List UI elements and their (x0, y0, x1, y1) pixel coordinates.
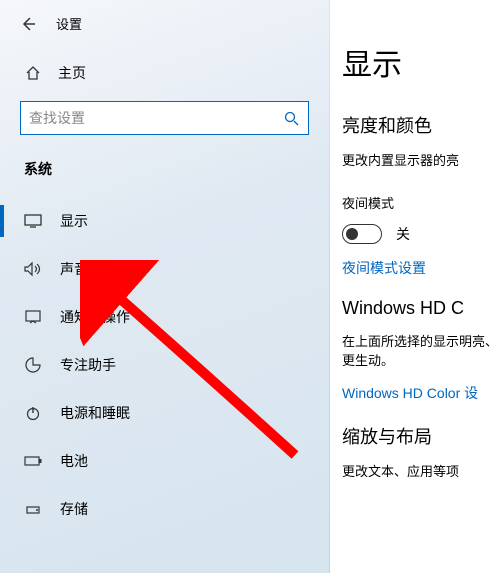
category-title: 系统 (0, 153, 329, 197)
app-title: 设置 (56, 14, 82, 33)
back-icon[interactable] (18, 15, 36, 33)
storage-icon (24, 500, 42, 518)
scale-text: 更改文本、应用等项 (342, 461, 500, 480)
home-link[interactable]: 主页 (0, 47, 329, 101)
sidebar-item-label: 电池 (60, 451, 88, 471)
power-icon (24, 404, 42, 422)
display-icon (24, 212, 42, 230)
night-mode-state: 关 (396, 224, 410, 244)
notifications-icon (24, 308, 42, 326)
sidebar-item-label: 专注助手 (60, 355, 116, 375)
hd-text: 在上面所选择的显示明亮、更生动。 (342, 331, 500, 369)
search-box[interactable] (20, 101, 309, 135)
night-mode-toggle[interactable] (342, 224, 382, 244)
night-mode-settings-link[interactable]: 夜间模式设置 (342, 258, 500, 278)
sidebar-item-battery[interactable]: 电池 (0, 437, 329, 485)
hd-color-link[interactable]: Windows HD Color 设 (342, 383, 500, 403)
brightness-text: 更改内置显示器的亮 (342, 150, 500, 169)
sidebar-item-label: 电源和睡眠 (60, 403, 130, 423)
sidebar-item-power[interactable]: 电源和睡眠 (0, 389, 329, 437)
sidebar-item-label: 显示 (60, 211, 88, 231)
section-hd-title: Windows HD C (342, 298, 500, 319)
sidebar-item-label: 存储 (60, 499, 88, 519)
home-icon (24, 64, 42, 82)
sidebar-item-display[interactable]: 显示 (0, 197, 329, 245)
sound-icon (24, 260, 42, 278)
sidebar-item-label: 通知和操作 (60, 307, 130, 327)
search-icon (282, 109, 300, 127)
section-scale-title: 缩放与布局 (342, 423, 500, 449)
page-title: 显示 (342, 40, 500, 84)
sidebar-item-notifications[interactable]: 通知和操作 (0, 293, 329, 341)
sidebar-item-sound[interactable]: 声音 (0, 245, 329, 293)
sidebar-item-storage[interactable]: 存储 (0, 485, 329, 533)
sidebar-item-label: 声音 (60, 259, 88, 279)
section-brightness-title: 亮度和颜色 (342, 112, 500, 138)
focus-icon (24, 356, 42, 374)
night-mode-label: 夜间模式 (342, 193, 500, 212)
search-input[interactable] (29, 110, 282, 126)
sidebar-item-focus[interactable]: 专注助手 (0, 341, 329, 389)
home-label: 主页 (58, 63, 86, 83)
battery-icon (24, 452, 42, 470)
